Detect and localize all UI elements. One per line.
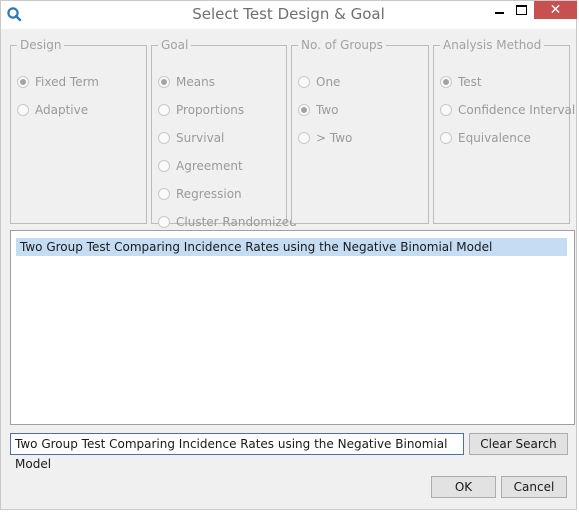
radio-label: Fixed Term [35,75,99,89]
radio-button-icon[interactable] [17,103,29,116]
dialog-window: Select Test Design & Goal ✕ Design Fixed… [0,0,577,510]
radio-label: Survival [176,131,225,145]
radio-button-icon[interactable] [440,131,452,144]
radio-proportions[interactable]: Proportions [158,101,244,119]
radio-label: Means [176,75,215,89]
radio-label: > Two [316,131,353,145]
radio-label: Cluster Randomized [176,215,297,229]
search-input[interactable]: Two Group Test Comparing Incidence Rates… [10,433,464,471]
radio-label: Agreement [176,159,243,173]
radio-cluster-randomized[interactable]: Cluster Randomized [158,213,297,231]
radio-label: Regression [176,187,242,201]
radio-regression[interactable]: Regression [158,185,242,203]
radio-button-icon[interactable] [158,215,170,228]
results-list[interactable]: Two Group Test Comparing Incidence Rates… [10,230,575,425]
design-legend: Design [20,38,62,52]
radio-label: Equivalence [458,131,531,145]
design-group: Design Fixed Term Adaptive [10,38,147,224]
cancel-button[interactable]: Cancel [501,476,567,498]
radio-button-icon[interactable] [440,75,452,88]
groups-count-group: No. of Groups One Two > Two [291,38,429,224]
radio-adaptive[interactable]: Adaptive [17,101,88,119]
radio-two[interactable]: Two [298,101,339,119]
radio-button-icon[interactable] [298,131,310,144]
radio-button-icon[interactable] [158,187,170,200]
clear-search-button[interactable]: Clear Search [469,433,568,455]
radio-confidence-interval[interactable]: Confidence Interval [440,101,575,119]
radio-label: Test [458,75,482,89]
radio-agreement[interactable]: Agreement [158,157,243,175]
radio-survival[interactable]: Survival [158,129,224,147]
radio-button-icon[interactable] [440,103,452,116]
radio-button-icon[interactable] [158,131,170,144]
radio-one[interactable]: One [298,73,340,91]
radio-fixed-term[interactable]: Fixed Term [17,73,99,91]
ok-button[interactable]: OK [431,476,496,498]
radio-button-icon[interactable] [158,103,170,116]
groups-count-legend: No. of Groups [301,38,383,52]
radio-label: Two [316,103,339,117]
radio-label: One [316,75,341,89]
close-button[interactable]: ✕ [534,1,577,19]
radio-button-icon[interactable] [158,159,170,172]
maximize-button[interactable] [511,1,533,19]
radio-more-than-two[interactable]: > Two [298,129,352,147]
title-bar[interactable]: Select Test Design & Goal ✕ [1,1,577,29]
close-icon: ✕ [549,2,562,18]
radio-equivalence[interactable]: Equivalence [440,129,531,147]
radio-label: Proportions [176,103,245,117]
radio-button-icon[interactable] [17,75,29,88]
list-item[interactable]: Two Group Test Comparing Incidence Rates… [16,238,567,256]
radio-label: Confidence Interval [458,103,576,117]
analysis-method-legend: Analysis Method [443,38,542,52]
minimize-button[interactable] [489,1,511,19]
radio-button-icon[interactable] [298,75,310,88]
radio-button-icon[interactable] [158,75,170,88]
goal-legend: Goal [161,38,189,52]
analysis-method-group: Analysis Method Test Confidence Interval… [433,38,575,224]
goal-group: Goal Means Proportions Survival Agreemen… [151,38,297,229]
radio-test[interactable]: Test [440,73,482,91]
radio-means[interactable]: Means [158,73,215,91]
radio-label: Adaptive [35,103,89,117]
radio-button-icon[interactable] [298,103,310,116]
